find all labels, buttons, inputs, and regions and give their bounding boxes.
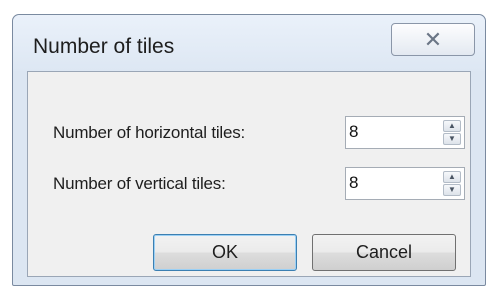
spin-up-icon[interactable]: ▲ — [443, 120, 461, 132]
spin-down-icon[interactable]: ▼ — [443, 133, 461, 145]
dialog-window: Number of tiles ✕ Number of horizontal t… — [12, 14, 486, 286]
spin-down-icon[interactable]: ▼ — [443, 184, 461, 196]
ok-button[interactable]: OK — [153, 234, 297, 271]
horizontal-tiles-value[interactable]: 8 — [349, 122, 358, 142]
vertical-spin-arrows: ▲ ▼ — [443, 171, 461, 196]
vertical-tiles-label: Number of vertical tiles: — [53, 174, 226, 193]
close-button[interactable]: ✕ — [391, 23, 475, 56]
dialog-body: Number of horizontal tiles: 8 ▲ ▼ Number… — [27, 71, 471, 277]
horizontal-tiles-spinner[interactable]: 8 ▲ ▼ — [345, 116, 465, 149]
horizontal-spin-arrows: ▲ ▼ — [443, 120, 461, 145]
vertical-tiles-value[interactable]: 8 — [349, 173, 358, 193]
vertical-tiles-spinner[interactable]: 8 ▲ ▼ — [345, 167, 465, 200]
close-icon: ✕ — [423, 27, 443, 52]
title-bar[interactable]: Number of tiles ✕ — [13, 15, 485, 71]
spin-up-icon[interactable]: ▲ — [443, 171, 461, 183]
cancel-button[interactable]: Cancel — [312, 234, 456, 271]
dialog-title: Number of tiles — [33, 35, 175, 58]
horizontal-tiles-label: Number of horizontal tiles: — [53, 123, 246, 142]
